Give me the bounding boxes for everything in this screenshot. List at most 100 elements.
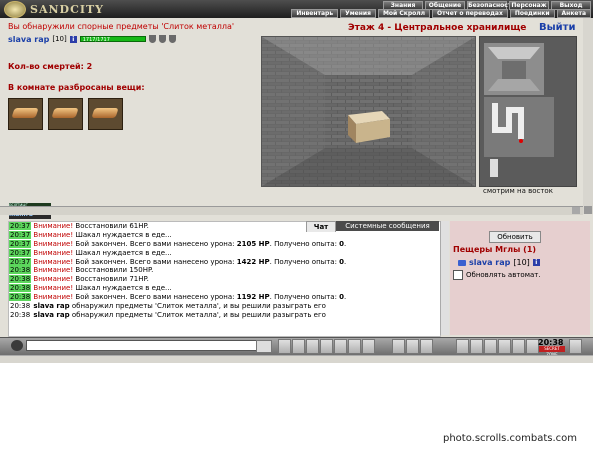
floor-items <box>8 98 258 130</box>
chat-text: . Получено опыта: <box>269 293 340 302</box>
smiley-icon[interactable] <box>392 339 405 354</box>
menu-profile[interactable]: Анкета <box>556 9 591 18</box>
list-icon[interactable] <box>362 339 375 354</box>
info-icon[interactable]: i <box>69 35 77 43</box>
emblem-icon <box>4 0 26 18</box>
shield-icon[interactable] <box>168 35 176 43</box>
chat-timestamp: 20:38 <box>10 310 31 319</box>
facing-direction: смотрим на восток <box>483 187 553 195</box>
chat-warning: Внимание! <box>33 239 74 248</box>
ingot-icon[interactable] <box>48 98 83 130</box>
bottom-scrollbar[interactable] <box>0 355 593 363</box>
book-icon[interactable] <box>512 339 525 354</box>
send-icon[interactable] <box>256 340 272 353</box>
refresh-button[interactable]: Обновить <box>489 231 541 243</box>
chat-sender[interactable]: slava rap <box>33 311 69 319</box>
menu-my-scroll[interactable]: Мой Скролл <box>377 9 431 18</box>
chat-text: Бой закончен. Всего вами нанесено урона: <box>73 257 237 266</box>
tab-system-messages[interactable]: Системные сообщения <box>336 221 439 231</box>
auto-refresh-checkbox[interactable] <box>453 270 463 280</box>
menu-inventory[interactable]: Инвентарь <box>291 9 339 18</box>
top-header: SANDCITY Знания Общение Безопасность Пер… <box>0 0 593 18</box>
game-window: SANDCITY Знания Общение Безопасность Пер… <box>0 0 593 363</box>
chat-text: . <box>344 257 347 266</box>
chat-warning: Внимание! <box>33 257 74 266</box>
chat-line: 20:38 Внимание! Восстановили 71HP. <box>9 275 440 284</box>
clear-icon[interactable] <box>292 339 305 354</box>
ingot-icon[interactable] <box>8 98 43 130</box>
shield-icon[interactable] <box>158 35 166 43</box>
chat-text: Бой закончен. Всего вами нанесено урона: <box>73 239 237 248</box>
auto-refresh-row: Обновлять автомат. <box>453 270 541 280</box>
chat-input[interactable] <box>26 340 259 351</box>
chat-line: 20:37 Внимание! Бой закончен. Всего вами… <box>9 239 440 249</box>
chat-timestamp: 20:37 <box>9 230 32 239</box>
save-icon[interactable] <box>320 339 333 354</box>
menu-fights[interactable]: Поединки <box>509 9 555 18</box>
chat-text: Восстановили 61HP. <box>73 222 149 230</box>
info-icon[interactable]: i <box>532 259 540 266</box>
chat-line: 20:38 Внимание! Восстановили 150HP. <box>9 266 440 275</box>
logo: SANDCITY <box>4 0 104 18</box>
chat-sender[interactable]: slava rap <box>33 302 69 310</box>
window-icon[interactable] <box>420 339 433 354</box>
scroll-thumb[interactable] <box>572 207 580 214</box>
chat-timestamp: 20:38 <box>9 293 32 302</box>
chat-line: 20:37 Внимание! Шакал нуждается в еде... <box>9 248 440 258</box>
items-title: В комнате разбросаны вещи: <box>8 83 145 92</box>
chat-text: Шакал нуждается в еде... <box>73 230 172 239</box>
tab-chat[interactable]: Чат <box>306 221 336 232</box>
zone-badge: SECRET ZONE <box>539 346 565 357</box>
chat-text: Бой закончен. Всего вами нанесено урона: <box>73 293 237 302</box>
chat-scrollbar[interactable] <box>440 221 449 335</box>
chat-line: 20:37 Внимание! Шакал нуждается в еде... <box>9 230 440 240</box>
main-vertical-scrollbar[interactable] <box>583 18 593 214</box>
chat-text: Восстановили 71HP. <box>73 275 149 284</box>
occupant: slava rap [10] i <box>458 258 540 267</box>
menu-skills[interactable]: Умения <box>340 9 376 18</box>
chat-damage: 1192 HP <box>236 293 270 302</box>
menu-transfer-report[interactable]: Отчет о переводах <box>432 9 508 18</box>
chat-text: Шакал нуждается в еде... <box>73 248 172 257</box>
chat-log: 20:37 Внимание! Восстановили 61HP. 20:37 … <box>8 221 441 337</box>
arrow-icon[interactable] <box>458 259 466 266</box>
chat-line: 20:38 Внимание! Шакал нуждается в еде... <box>9 284 440 293</box>
players-icon[interactable] <box>484 339 497 354</box>
exit-link[interactable]: Выйти <box>539 22 575 33</box>
chat-timestamp: 20:37 <box>9 257 32 266</box>
music-icon[interactable] <box>456 339 469 354</box>
death-count: Кол-во смертей: 2 <box>8 62 93 71</box>
chat-timestamp: 20:37 <box>9 248 32 257</box>
chat-warning: Внимание! <box>33 293 74 302</box>
chat-timestamp: 20:38 <box>9 275 32 284</box>
player-name[interactable]: slava rap <box>8 35 49 44</box>
chat-text: . <box>344 293 347 302</box>
filter-icon[interactable] <box>306 339 319 354</box>
player-row: slava rap [10] i 1717/1717 <box>8 34 258 44</box>
wallet-icon[interactable] <box>470 339 483 354</box>
occupant-name[interactable]: slava rap <box>469 258 510 267</box>
found-message: Вы обнаружили спорные предметы 'Слиток м… <box>8 22 235 31</box>
hp-bar: 1717/1717 <box>79 36 146 43</box>
chat-timestamp: 20:38 <box>9 284 32 293</box>
walk-icon[interactable] <box>348 339 361 354</box>
horizontal-scrollbar[interactable] <box>0 206 583 215</box>
map-icon[interactable] <box>498 339 511 354</box>
eraser-icon[interactable] <box>278 339 291 354</box>
chat-text: . Получено опыта: <box>269 239 340 248</box>
bell-icon[interactable] <box>569 339 582 354</box>
auto-refresh-label: Обновлять автомат. <box>466 271 541 279</box>
shield-icon[interactable] <box>148 35 156 43</box>
dungeon-view[interactable] <box>261 36 476 187</box>
minimap[interactable] <box>479 36 577 187</box>
chat-line: 20:38 slava rap обнаружил предметы 'Слит… <box>9 302 440 311</box>
chat-text: . Получено опыта: <box>269 257 340 266</box>
main-scroll-thumb[interactable] <box>584 206 592 214</box>
ingot-icon[interactable] <box>88 98 123 130</box>
chat-line: 20:38 Внимание! Бой закончен. Всего вами… <box>9 293 440 302</box>
fight-icon[interactable] <box>334 339 347 354</box>
speech-icon[interactable] <box>11 340 23 351</box>
people-icon[interactable] <box>406 339 419 354</box>
chat-warning: Внимание! <box>33 284 74 293</box>
chat-timestamp: 20:38 <box>9 266 32 275</box>
